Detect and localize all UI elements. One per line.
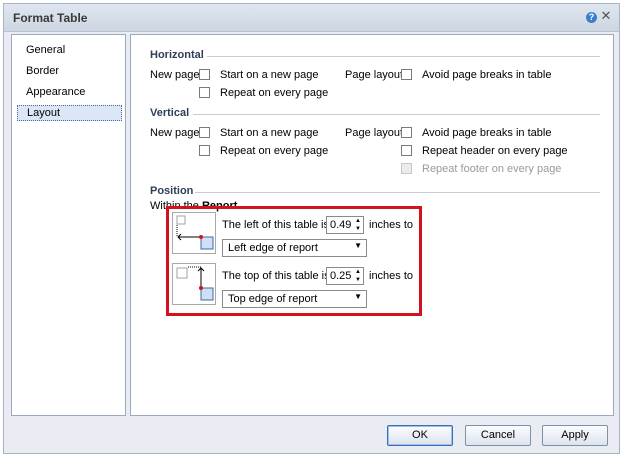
vertical-new-page-label: New page: [150, 127, 203, 139]
section-divider [207, 56, 600, 57]
vertical-start-new-page-label: Start on a new page [220, 127, 319, 139]
vertical-avoid-breaks-checkbox[interactable] [401, 127, 412, 138]
cancel-button[interactable]: Cancel [465, 425, 531, 446]
horizontal-repeat-every-page-label: Repeat on every page [220, 87, 329, 99]
section-divider [195, 192, 600, 193]
nav-item-appearance[interactable]: Appearance [26, 85, 85, 99]
vertical-start-new-page-checkbox[interactable] [199, 127, 210, 138]
horizontal-avoid-breaks-label: Avoid page breaks in table [422, 69, 552, 81]
vertical-avoid-breaks-label: Avoid page breaks in table [422, 127, 552, 139]
horizontal-page-layout-label: Page layout: [345, 69, 407, 81]
dialog-title: Format Table [13, 11, 88, 25]
horizontal-start-new-page-checkbox[interactable] [199, 69, 210, 80]
annotation-highlight-box [166, 206, 422, 316]
section-divider [193, 114, 600, 115]
vertical-repeat-every-page-label: Repeat on every page [220, 145, 329, 157]
apply-button[interactable]: Apply [542, 425, 608, 446]
nav-item-general[interactable]: General [26, 43, 65, 57]
vertical-page-layout-label: Page layout: [345, 127, 407, 139]
nav-item-border[interactable]: Border [26, 64, 59, 78]
horizontal-heading: Horizontal [150, 49, 204, 61]
title-bar: Format Table ? ✕ [4, 4, 619, 32]
repeat-header-checkbox[interactable] [401, 145, 412, 156]
nav-pane: General Border Appearance Layout [11, 34, 126, 416]
horizontal-start-new-page-label: Start on a new page [220, 69, 319, 81]
repeat-header-label: Repeat header on every page [422, 145, 568, 157]
position-heading: Position [150, 185, 194, 197]
repeat-footer-checkbox [401, 163, 412, 174]
close-icon[interactable]: ✕ [600, 9, 612, 23]
horizontal-avoid-breaks-checkbox[interactable] [401, 69, 412, 80]
ok-button[interactable]: OK [387, 425, 453, 446]
repeat-footer-label: Repeat footer on every page [422, 163, 562, 175]
help-icon[interactable]: ? [586, 12, 597, 23]
horizontal-repeat-every-page-checkbox[interactable] [199, 87, 210, 98]
nav-item-layout[interactable]: Layout [17, 105, 122, 121]
horizontal-new-page-label: New page: [150, 69, 203, 81]
vertical-heading: Vertical [150, 107, 190, 119]
vertical-repeat-every-page-checkbox[interactable] [199, 145, 210, 156]
